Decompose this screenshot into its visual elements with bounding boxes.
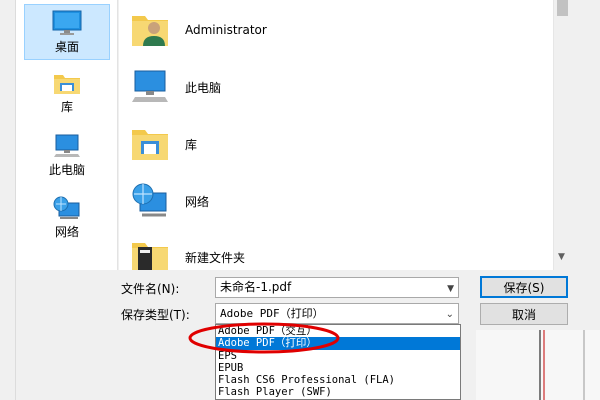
dropdown-option[interactable]: EPUB: [216, 362, 460, 374]
filename-input[interactable]: 未命名-1.pdf ▼: [215, 277, 459, 298]
red-annotation-circle: [188, 322, 340, 354]
list-item-label: 网络: [185, 194, 210, 209]
list-item-library[interactable]: 库: [127, 119, 527, 169]
network-icon: [127, 178, 173, 224]
file-list: Administrator 此电脑 库 网络 新建文件夹: [119, 0, 553, 270]
dropdown-option[interactable]: Flash Player (SWF): [216, 386, 460, 398]
save-type-label: 保存类型(T):: [121, 308, 190, 322]
user-folder-icon: [127, 7, 173, 53]
folder-icon: [127, 234, 173, 270]
list-item-label: 新建文件夹: [185, 250, 246, 265]
window-edge: [0, 0, 16, 400]
chevron-down-icon[interactable]: ▼: [447, 280, 454, 299]
this-pc-icon: [52, 133, 82, 159]
library-icon: [52, 70, 82, 96]
scrollbar-thumb[interactable]: [557, 0, 568, 16]
list-item-label: 此电脑: [185, 80, 222, 95]
library-icon: [127, 121, 173, 167]
this-pc-icon: [127, 64, 173, 110]
sidebar-item-this-pc[interactable]: 此电脑: [24, 126, 110, 182]
network-icon: [52, 195, 82, 221]
vertical-scrollbar[interactable]: ▼: [553, 0, 570, 270]
save-button[interactable]: 保存(S): [480, 276, 568, 298]
navigation-pane: 桌面 库 此电脑 网络: [16, 0, 118, 270]
cancel-button[interactable]: 取消: [480, 303, 568, 325]
save-type-value: Adobe PDF（打印）: [220, 307, 324, 320]
sidebar-item-label: 此电脑: [48, 163, 85, 177]
sidebar-item-network[interactable]: 网络: [24, 188, 110, 244]
save-dialog: 桌面 库 此电脑 网络 Administrator 此电脑 库 网络 新建文件夹…: [0, 0, 600, 400]
list-item-this-pc[interactable]: 此电脑: [127, 62, 527, 112]
list-item-network[interactable]: 网络: [127, 176, 527, 226]
scroll-down-icon[interactable]: ▼: [558, 252, 565, 262]
list-item-administrator[interactable]: Administrator: [127, 5, 527, 55]
filename-label: 文件名(N):: [121, 282, 180, 296]
sidebar-item-library[interactable]: 库: [24, 63, 110, 119]
list-item-new-folder[interactable]: 新建文件夹: [127, 232, 527, 270]
dropdown-option[interactable]: Flash CS6 Professional (FLA): [216, 374, 460, 386]
sidebar-item-label: 桌面: [54, 40, 79, 54]
filename-value: 未命名-1.pdf: [220, 280, 292, 294]
background-document-edge: [476, 330, 600, 400]
sidebar-item-label: 网络: [54, 225, 79, 239]
sidebar-item-desktop[interactable]: 桌面: [24, 4, 110, 60]
list-item-label: 库: [185, 137, 198, 152]
chevron-down-icon[interactable]: ⌄: [446, 305, 454, 324]
desktop-icon: [52, 10, 82, 36]
list-item-label: Administrator: [185, 23, 267, 37]
sidebar-item-label: 库: [60, 100, 73, 114]
